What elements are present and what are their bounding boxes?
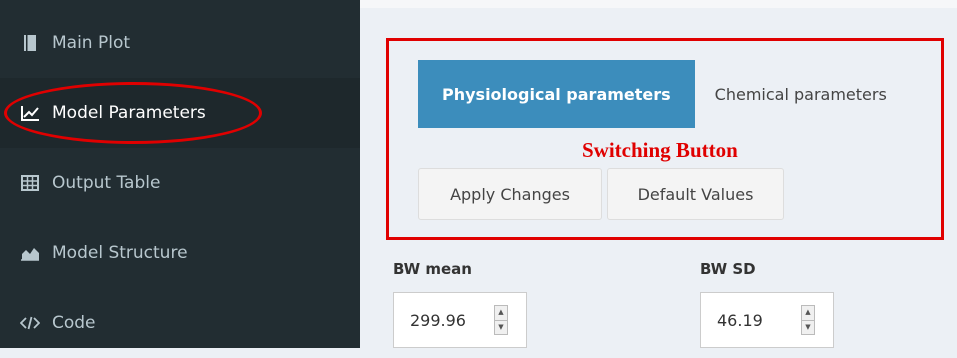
- sidebar-item-output-table[interactable]: Output Table: [0, 148, 360, 218]
- area-chart-icon: [20, 243, 40, 263]
- spin-up-icon[interactable]: ▲: [802, 306, 814, 321]
- sidebar-item-label: Model Structure: [52, 243, 188, 263]
- sidebar-item-model-structure[interactable]: Model Structure: [0, 218, 360, 288]
- code-icon: [20, 313, 40, 333]
- sidebar-item-label: Main Plot: [52, 33, 131, 53]
- sidebar: Main Plot Model Parameters Output Table …: [0, 0, 360, 348]
- bw-mean-value[interactable]: 299.96: [410, 311, 494, 330]
- annotation-ellipse: [4, 82, 262, 144]
- top-strip: [360, 0, 957, 8]
- spin-down-icon[interactable]: ▼: [802, 321, 814, 335]
- book-icon: [20, 33, 40, 53]
- bw-mean-label: BW mean: [393, 260, 472, 278]
- bw-mean-spinner[interactable]: ▲ ▼: [494, 305, 508, 335]
- spin-up-icon[interactable]: ▲: [495, 306, 507, 321]
- sidebar-item-label: Output Table: [52, 173, 161, 193]
- sidebar-item-main-plot[interactable]: Main Plot: [0, 8, 360, 78]
- bw-sd-value[interactable]: 46.19: [717, 311, 801, 330]
- bw-mean-input[interactable]: 299.96 ▲ ▼: [393, 292, 527, 348]
- sidebar-item-label: Code: [52, 313, 96, 333]
- bw-sd-spinner[interactable]: ▲ ▼: [801, 305, 815, 335]
- annotation-label: Switching Button: [582, 138, 738, 162]
- spin-down-icon[interactable]: ▼: [495, 321, 507, 335]
- bw-sd-input[interactable]: 46.19 ▲ ▼: [700, 292, 834, 348]
- table-icon: [20, 173, 40, 193]
- bw-sd-label: BW SD: [700, 260, 756, 278]
